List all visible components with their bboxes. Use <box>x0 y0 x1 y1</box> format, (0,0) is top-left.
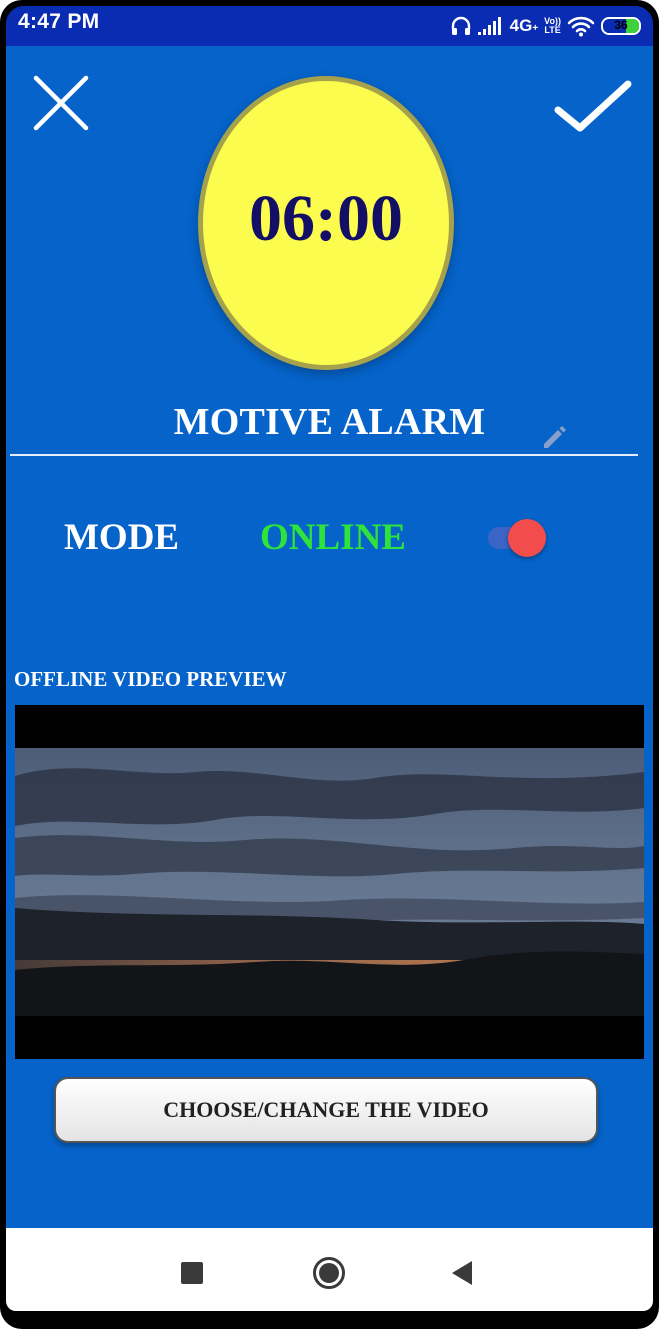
status-bar: 4:47 PM 4G+ Vo)) LTE 36 <box>6 6 653 46</box>
close-button[interactable] <box>30 72 92 134</box>
mode-value: ONLINE <box>260 517 406 558</box>
headphones-icon <box>451 16 470 35</box>
toggle-knob <box>508 519 546 557</box>
alarm-time-picker[interactable]: 06:00 <box>198 76 454 370</box>
choose-video-button[interactable]: CHOOSE/CHANGE THE VIDEO <box>54 1077 598 1143</box>
navigation-bar <box>6 1228 653 1311</box>
phone-frame: 4:47 PM 4G+ Vo)) LTE 36 06:00 MOTIVE ALA… <box>0 0 659 1329</box>
recents-icon[interactable] <box>181 1262 203 1284</box>
back-icon <box>452 1261 472 1285</box>
status-icons: 4G+ Vo)) LTE 36 <box>450 11 641 41</box>
status-time: 4:47 PM <box>18 10 100 33</box>
network-type: 4G+ <box>509 16 539 35</box>
volte-indicator: Vo)) LTE <box>544 16 561 35</box>
alarm-time: 06:00 <box>249 182 403 255</box>
close-icon <box>33 75 89 131</box>
video-preview <box>15 705 644 1059</box>
video-thumbnail <box>15 748 644 1016</box>
preview-label: OFFLINE VIDEO PREVIEW <box>14 667 287 691</box>
battery-level: 36 <box>614 18 628 32</box>
mode-label: MODE <box>64 517 180 558</box>
app-screen: 4:47 PM 4G+ Vo)) LTE 36 06:00 MOTIVE ALA… <box>6 6 653 1311</box>
signal-icon <box>477 17 501 35</box>
confirm-button[interactable] <box>552 76 634 136</box>
mode-toggle[interactable] <box>486 518 550 558</box>
wifi-icon <box>567 16 595 37</box>
edit-name-button[interactable] <box>540 424 568 452</box>
back-button[interactable] <box>450 1260 474 1286</box>
home-button[interactable] <box>312 1256 346 1290</box>
home-icon <box>313 1257 345 1289</box>
pencil-icon <box>544 426 566 448</box>
video-frame[interactable] <box>15 748 644 1016</box>
battery-icon: 36 <box>601 17 641 35</box>
checkmark-icon <box>554 80 632 132</box>
name-underline <box>10 454 638 456</box>
